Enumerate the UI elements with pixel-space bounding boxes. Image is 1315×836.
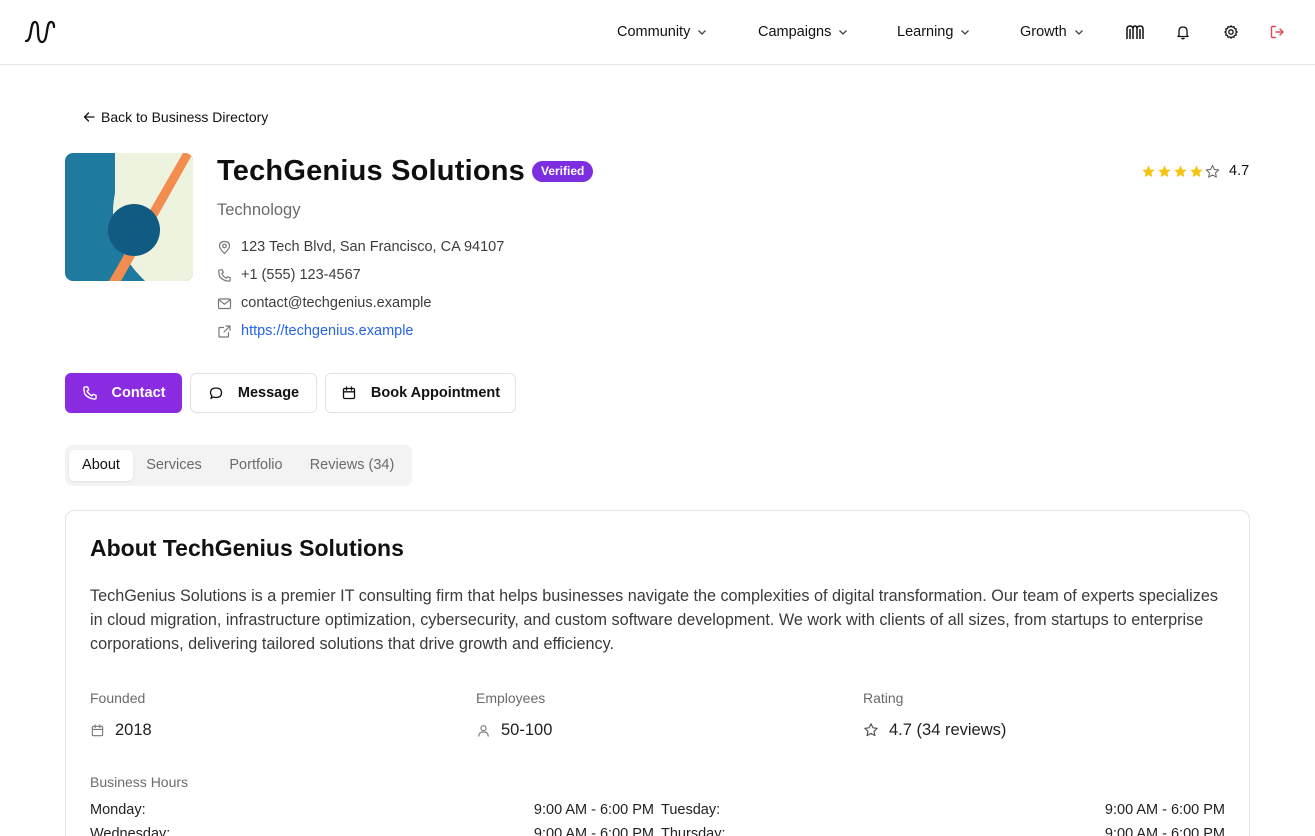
- phone-text: +1 (555) 123-4567: [241, 267, 361, 283]
- verified-badge: Verified: [532, 161, 594, 182]
- tab-portfolio[interactable]: Portfolio: [217, 450, 295, 481]
- tab-services[interactable]: Services: [137, 450, 211, 481]
- business-hours-label: Business Hours: [90, 774, 189, 790]
- employees-value: 50-100: [501, 720, 553, 739]
- calendar-icon: [91, 723, 104, 736]
- hours-row-monday: Monday: 9:00 AM - 6:00 PM: [90, 800, 654, 820]
- nav-learning-label: Learning: [897, 24, 954, 40]
- hours-row-tuesday: Tuesday: 9:00 AM - 6:00 PM: [661, 800, 1225, 820]
- hours-row-thursday: Thursday: 9:00 AM - 6:00 PM: [661, 824, 1225, 836]
- star-filled-icon: [1190, 164, 1203, 177]
- gear-icon: [1224, 25, 1238, 39]
- marketplace-button[interactable]: [1125, 22, 1145, 42]
- chevron-down-icon: [839, 30, 848, 35]
- star-filled-icon: [1158, 164, 1171, 177]
- website-row[interactable]: https://techgenius.example: [217, 321, 414, 341]
- nav-community-label: Community: [617, 24, 691, 40]
- app-logo-icon[interactable]: [24, 19, 56, 45]
- back-link-label: Back to Business Directory: [101, 109, 269, 125]
- external-link-icon: [218, 324, 231, 338]
- rating-label: Rating: [863, 690, 904, 706]
- founded-label: Founded: [90, 690, 146, 706]
- book-appointment-button[interactable]: Book Appointment: [325, 373, 516, 413]
- book-appointment-label: Book Appointment: [370, 385, 501, 401]
- message-button-label: Message: [237, 385, 300, 401]
- star-filled-icon: [1142, 164, 1155, 177]
- user-icon: [478, 724, 489, 737]
- message-button[interactable]: Message: [190, 373, 317, 413]
- tab-reviews[interactable]: Reviews (34): [301, 450, 403, 481]
- nav-campaigns-label: Campaigns: [758, 24, 832, 40]
- settings-button[interactable]: [1221, 22, 1241, 42]
- map-pin-icon: [218, 240, 231, 254]
- employees-stat: Employees 50-100: [476, 689, 552, 741]
- founded-value-row: 2018: [90, 719, 152, 741]
- business-name: TechGenius Solutions: [217, 155, 525, 187]
- email-text: contact@techgenius.example: [241, 295, 432, 311]
- founded-stat: Founded 2018: [90, 689, 152, 741]
- employees-value-row: 50-100: [476, 719, 552, 741]
- employees-label: Employees: [476, 690, 546, 706]
- rating-value-row: 4.7 (34 reviews): [863, 719, 1006, 741]
- nav-campaigns[interactable]: Campaigns: [758, 22, 848, 42]
- phone-icon: [218, 268, 231, 282]
- hours-time: 9:00 AM - 6:00 PM: [1104, 826, 1225, 836]
- star-empty-icon: [1205, 164, 1220, 178]
- hours-time: 9:00 AM - 6:00 PM: [533, 826, 654, 836]
- hours-day: Monday:: [90, 802, 146, 818]
- business-category: Technology: [217, 201, 301, 219]
- back-to-directory-link[interactable]: Back to Business Directory: [83, 108, 268, 126]
- top-navigation-bar: Community Campaigns Learning Growth: [0, 0, 1315, 65]
- logout-button[interactable]: [1267, 22, 1287, 42]
- contact-button-label: Contact: [111, 385, 166, 401]
- storefront-icon: [1126, 25, 1144, 39]
- nav-growth[interactable]: Growth: [1020, 22, 1084, 42]
- hours-row-wednesday: Wednesday: 9:00 AM - 6:00 PM: [90, 824, 654, 836]
- address-row: 123 Tech Blvd, San Francisco, CA 94107: [217, 237, 504, 257]
- founded-value: 2018: [115, 720, 152, 739]
- business-logo-image: [65, 153, 193, 281]
- profile-tabs: About Services Portfolio Reviews (34): [65, 445, 412, 486]
- bell-icon: [1177, 26, 1189, 40]
- nav-growth-label: Growth: [1020, 24, 1067, 40]
- rating-detail-value: 4.7 (34 reviews): [889, 720, 1007, 739]
- phone-icon: [82, 386, 97, 400]
- hours-day: Thursday:: [661, 826, 726, 836]
- phone-row: +1 (555) 123-4567: [217, 265, 361, 285]
- website-link[interactable]: https://techgenius.example: [241, 323, 414, 339]
- hours-time: 9:00 AM - 6:00 PM: [1104, 802, 1225, 818]
- hours-day: Wednesday:: [90, 826, 171, 836]
- star-rating: [1141, 164, 1220, 179]
- about-title: About TechGenius Solutions: [90, 535, 404, 561]
- contact-button[interactable]: Contact: [65, 373, 182, 413]
- rating-value: 4.7: [1229, 163, 1250, 179]
- mail-icon: [217, 297, 232, 309]
- about-card: About TechGenius Solutions TechGenius So…: [65, 510, 1250, 836]
- logout-icon: [1270, 25, 1284, 39]
- star-filled-icon: [1174, 164, 1187, 177]
- hours-time: 9:00 AM - 6:00 PM: [533, 802, 654, 818]
- about-description: TechGenius Solutions is a premier IT con…: [90, 587, 1218, 653]
- chevron-down-icon: [698, 30, 707, 35]
- calendar-icon: [342, 386, 356, 400]
- chat-bubble-icon: [209, 387, 223, 400]
- rating-stat: Rating 4.7 (34 reviews): [863, 689, 1006, 741]
- hours-day: Tuesday:: [661, 802, 721, 818]
- nav-community[interactable]: Community: [617, 22, 707, 42]
- arrow-left-icon: [83, 112, 95, 122]
- nav-learning[interactable]: Learning: [897, 22, 970, 42]
- chevron-down-icon: [961, 30, 970, 35]
- chevron-down-icon: [1074, 30, 1083, 35]
- notifications-button[interactable]: [1173, 22, 1193, 42]
- star-outline-icon: [864, 723, 878, 737]
- email-row: contact@techgenius.example: [217, 293, 431, 313]
- rating-summary: 4.7: [1141, 161, 1249, 181]
- tab-about[interactable]: About: [69, 450, 133, 481]
- address-text: 123 Tech Blvd, San Francisco, CA 94107: [241, 239, 505, 255]
